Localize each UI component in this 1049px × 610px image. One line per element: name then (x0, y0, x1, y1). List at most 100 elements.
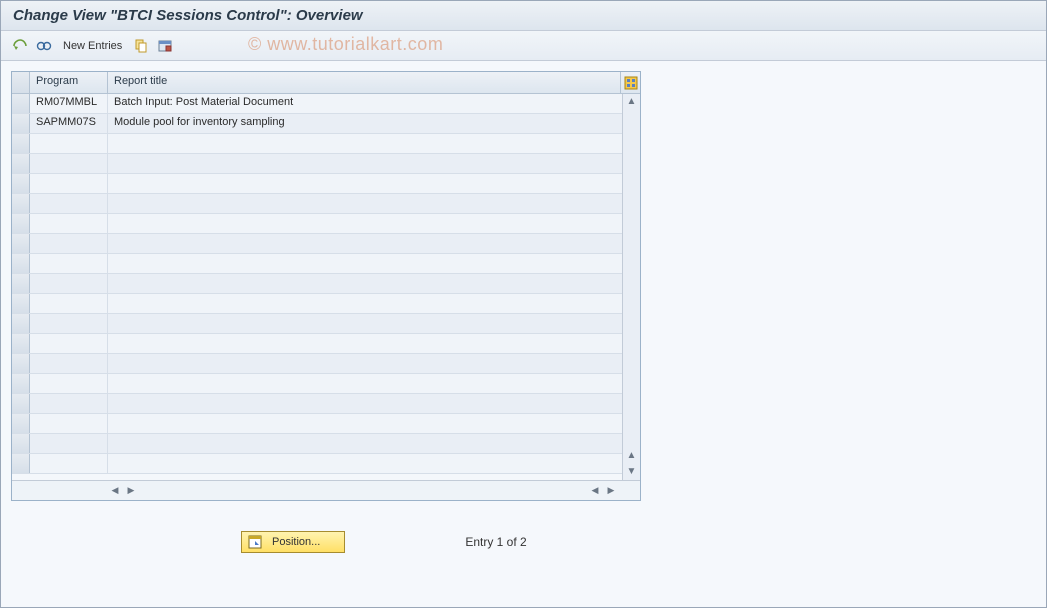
vertical-scrollbar[interactable]: ▲ ▲ ▼ (622, 94, 640, 480)
cell-empty[interactable] (108, 354, 640, 373)
scroll-down-icon[interactable]: ▼ (624, 464, 640, 480)
table-row-empty[interactable] (12, 454, 640, 474)
table-row[interactable]: RM07MMBL Batch Input: Post Material Docu… (12, 94, 640, 114)
cell-empty[interactable] (30, 234, 108, 253)
page-title: Change View "BTCI Sessions Control": Ove… (1, 1, 1046, 31)
row-selector[interactable] (12, 454, 30, 473)
cell-empty[interactable] (108, 214, 640, 233)
copy-icon[interactable] (132, 37, 150, 55)
cell-empty[interactable] (30, 174, 108, 193)
table-settings-button[interactable] (620, 72, 640, 93)
cell-empty[interactable] (108, 134, 640, 153)
cell-empty[interactable] (108, 374, 640, 393)
table-row-empty[interactable] (12, 214, 640, 234)
scroll-left-icon[interactable]: ◀ (588, 484, 602, 498)
cell-empty[interactable] (108, 414, 640, 433)
horizontal-scrollbar[interactable]: ◀ ▶ ◀ ▶ (12, 480, 640, 500)
cell-empty[interactable] (30, 294, 108, 313)
cell-empty[interactable] (30, 414, 108, 433)
display-change-icon[interactable] (35, 37, 53, 55)
cell-empty[interactable] (108, 254, 640, 273)
cell-empty[interactable] (30, 394, 108, 413)
cell-empty[interactable] (108, 394, 640, 413)
cell-program[interactable]: RM07MMBL (30, 94, 108, 113)
cell-empty[interactable] (108, 434, 640, 453)
delimit-icon[interactable] (156, 37, 174, 55)
cell-empty[interactable] (30, 254, 108, 273)
row-selector[interactable] (12, 254, 30, 273)
table-settings-icon (624, 76, 638, 90)
cell-empty[interactable] (30, 434, 108, 453)
cell-empty[interactable] (108, 274, 640, 293)
row-selector[interactable] (12, 154, 30, 173)
cell-empty[interactable] (30, 134, 108, 153)
table-row-empty[interactable] (12, 434, 640, 454)
position-icon (248, 535, 262, 549)
table-row-empty[interactable] (12, 294, 640, 314)
row-selector[interactable] (12, 94, 30, 113)
cell-report-title[interactable]: Module pool for inventory sampling (108, 114, 640, 133)
cell-empty[interactable] (108, 174, 640, 193)
cell-empty[interactable] (30, 454, 108, 473)
table-row-empty[interactable] (12, 254, 640, 274)
scroll-right-icon[interactable]: ▶ (124, 484, 138, 498)
scroll-down-icon[interactable]: ▲ (624, 448, 640, 464)
row-selector[interactable] (12, 334, 30, 353)
table-row-empty[interactable] (12, 234, 640, 254)
scroll-up-icon[interactable]: ▲ (624, 94, 640, 110)
row-selector[interactable] (12, 374, 30, 393)
table-header: Program Report title (12, 72, 640, 94)
scroll-right-icon[interactable]: ▶ (604, 484, 618, 498)
column-header-report-title[interactable]: Report title (108, 72, 620, 93)
table-row-empty[interactable] (12, 394, 640, 414)
table-row-empty[interactable] (12, 134, 640, 154)
cell-empty[interactable] (30, 214, 108, 233)
row-selector[interactable] (12, 214, 30, 233)
cell-empty[interactable] (30, 354, 108, 373)
table-row-empty[interactable] (12, 174, 640, 194)
cell-empty[interactable] (30, 154, 108, 173)
table-row-empty[interactable] (12, 354, 640, 374)
row-selector[interactable] (12, 194, 30, 213)
row-selector[interactable] (12, 434, 30, 453)
cell-empty[interactable] (30, 314, 108, 333)
cell-empty[interactable] (108, 314, 640, 333)
entry-status: Entry 1 of 2 (465, 535, 526, 549)
new-entries-button[interactable]: New Entries (63, 40, 122, 52)
row-selector[interactable] (12, 354, 30, 373)
table-row-empty[interactable] (12, 314, 640, 334)
column-header-program[interactable]: Program (30, 72, 108, 93)
row-selector[interactable] (12, 314, 30, 333)
cell-report-title[interactable]: Batch Input: Post Material Document (108, 94, 640, 113)
table-row-empty[interactable] (12, 414, 640, 434)
cell-empty[interactable] (30, 374, 108, 393)
table-row-empty[interactable] (12, 274, 640, 294)
row-selector[interactable] (12, 294, 30, 313)
table-row[interactable]: SAPMM07S Module pool for inventory sampl… (12, 114, 640, 134)
cell-empty[interactable] (108, 234, 640, 253)
row-selector[interactable] (12, 114, 30, 133)
expand-other-view-icon[interactable] (11, 37, 29, 55)
cell-empty[interactable] (108, 334, 640, 353)
select-all-handle[interactable] (12, 72, 30, 93)
cell-empty[interactable] (108, 454, 640, 473)
cell-empty[interactable] (30, 194, 108, 213)
row-selector[interactable] (12, 414, 30, 433)
row-selector[interactable] (12, 174, 30, 193)
table-row-empty[interactable] (12, 334, 640, 354)
cell-empty[interactable] (108, 154, 640, 173)
cell-empty[interactable] (30, 334, 108, 353)
row-selector[interactable] (12, 394, 30, 413)
row-selector[interactable] (12, 134, 30, 153)
cell-empty[interactable] (30, 274, 108, 293)
scroll-left-icon[interactable]: ◀ (108, 484, 122, 498)
row-selector[interactable] (12, 274, 30, 293)
table-row-empty[interactable] (12, 154, 640, 174)
cell-empty[interactable] (108, 294, 640, 313)
position-button[interactable]: Position... (241, 531, 345, 553)
cell-empty[interactable] (108, 194, 640, 213)
table-row-empty[interactable] (12, 194, 640, 214)
table-row-empty[interactable] (12, 374, 640, 394)
cell-program[interactable]: SAPMM07S (30, 114, 108, 133)
row-selector[interactable] (12, 234, 30, 253)
